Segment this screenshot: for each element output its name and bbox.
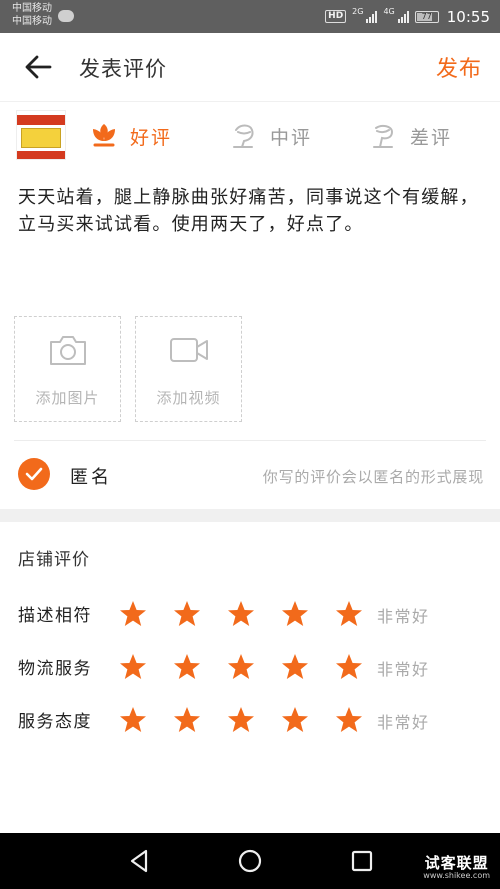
- circle-home-icon: [238, 849, 262, 873]
- message-icon: [58, 10, 74, 22]
- nav-recent-button[interactable]: [348, 847, 376, 875]
- status-bar: 中国移动 中国移动 HD 2G 4G 77 10:55: [0, 0, 500, 33]
- check-icon: [25, 467, 43, 481]
- anonymous-checkbox[interactable]: [18, 458, 50, 490]
- status-indicators: HD 2G 4G 77 10:55: [325, 0, 490, 33]
- store-rating-value: 非常好: [377, 660, 430, 679]
- store-rating-title: 店铺评价: [18, 550, 90, 570]
- clock: 10:55: [446, 7, 490, 26]
- star-icon[interactable]: [172, 599, 202, 629]
- signal-icon: [366, 10, 378, 23]
- star-icon[interactable]: [226, 705, 256, 735]
- triangle-back-icon: [130, 849, 148, 873]
- watermark: 试客联盟 www.shikee.com: [423, 855, 490, 881]
- anonymous-hint: 你写的评价会以匿名的形式展现: [262, 468, 484, 486]
- store-rating-label: 服务态度: [18, 712, 92, 732]
- back-button[interactable]: [24, 53, 54, 81]
- carrier-1: 中国移动: [12, 3, 52, 14]
- wilted-flower-icon: [373, 124, 394, 148]
- star-icon[interactable]: [226, 599, 256, 629]
- store-rating-row: 物流服务 非常好: [0, 650, 500, 684]
- page-title: 发表评价: [79, 57, 167, 81]
- system-nav-bar: 试客联盟 www.shikee.com: [0, 833, 500, 889]
- rating-good-option[interactable]: 好评: [88, 118, 172, 154]
- star-icon[interactable]: [172, 705, 202, 735]
- section-separator: [0, 509, 500, 522]
- store-rating-row: 描述相符 非常好: [0, 597, 500, 631]
- star-icon[interactable]: [334, 652, 364, 682]
- nav-back-button[interactable]: [126, 847, 154, 875]
- add-photo-button[interactable]: 添加图片: [14, 316, 121, 422]
- star-icon[interactable]: [118, 599, 148, 629]
- divider: [14, 440, 486, 441]
- nav-home-button[interactable]: [236, 847, 264, 875]
- add-video-button[interactable]: 添加视频: [135, 316, 242, 422]
- store-rating-value: 非常好: [377, 607, 430, 626]
- watermark-title: 试客联盟: [424, 854, 489, 872]
- flower-icon: [93, 124, 115, 147]
- rating-selector: 好评 中评 差评: [0, 101, 500, 168]
- store-rating-value: 非常好: [377, 713, 430, 732]
- star-icon[interactable]: [226, 652, 256, 682]
- hd-badge: HD: [325, 10, 347, 23]
- app-header: 发表评价 发布: [0, 33, 500, 101]
- anonymous-label: 匿名: [70, 467, 112, 488]
- rating-good-label: 好评: [130, 126, 173, 149]
- store-rating-row: 服务态度 非常好: [0, 703, 500, 737]
- publish-button[interactable]: 发布: [436, 51, 482, 83]
- add-video-label: 添加视频: [156, 389, 221, 407]
- battery-level: 77: [421, 11, 432, 21]
- watermark-url: www.shikee.com: [423, 871, 490, 880]
- flower-icon: [233, 124, 254, 148]
- product-thumbnail: [16, 110, 66, 160]
- arrow-left-icon: [25, 55, 52, 79]
- camera-icon: [50, 336, 86, 365]
- store-rating-label: 物流服务: [18, 659, 92, 679]
- store-rating-label: 描述相符: [18, 606, 92, 626]
- star-icon[interactable]: [118, 652, 148, 682]
- rating-bad-option[interactable]: 差评: [368, 118, 452, 154]
- rating-neutral-label: 中评: [270, 126, 313, 149]
- video-camera-icon: [170, 338, 208, 362]
- star-icon[interactable]: [334, 705, 364, 735]
- star-icon[interactable]: [280, 652, 310, 682]
- carrier-2: 中国移动: [12, 16, 52, 27]
- star-icon[interactable]: [334, 599, 364, 629]
- battery-icon: 77: [414, 10, 439, 23]
- star-icon[interactable]: [280, 705, 310, 735]
- square-recent-icon: [351, 850, 373, 872]
- review-text-input[interactable]: 天天站着，腿上静脉曲张好痛苦，同事说这个有缓解，立马买来试试看。使用两天了，好点…: [18, 184, 488, 238]
- rating-neutral-option[interactable]: 中评: [228, 118, 312, 154]
- signal-icon: [397, 10, 409, 23]
- add-photo-label: 添加图片: [35, 389, 100, 407]
- rating-bad-label: 差评: [410, 126, 453, 149]
- star-icon[interactable]: [172, 652, 202, 682]
- star-icon[interactable]: [118, 705, 148, 735]
- network-type-1: 2G: [352, 7, 364, 16]
- star-icon[interactable]: [280, 599, 310, 629]
- carrier-info: 中国移动 中国移动: [12, 2, 52, 28]
- network-type-2: 4G: [383, 7, 395, 16]
